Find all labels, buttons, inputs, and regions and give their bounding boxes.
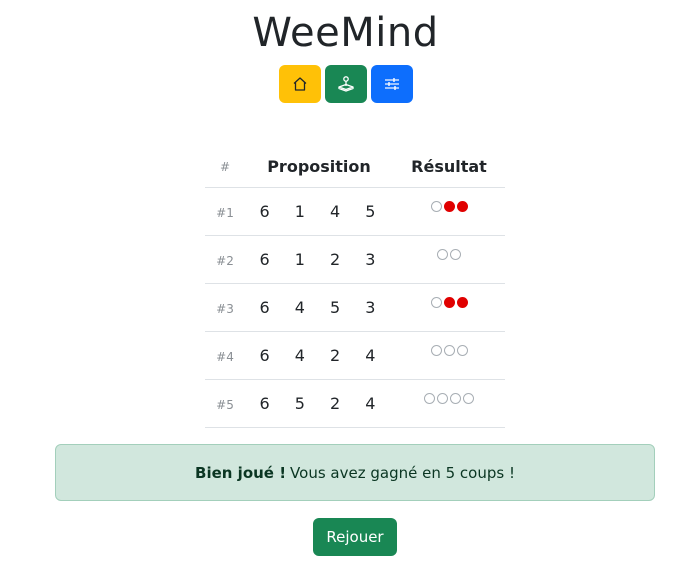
table-row: #4 6 4 2 4 [205,331,505,380]
white-peg-icon [430,297,442,308]
row-number-cell: #1 [205,187,245,236]
game-button[interactable] [324,65,367,103]
white-peg-icon [456,345,468,356]
white-peg-icon [463,393,474,404]
guess-digit: 5 [294,394,305,413]
header-number: # [205,146,245,188]
guess-digit: 6 [259,394,270,413]
guess-digit: 4 [294,298,305,317]
row-number: #3 [216,302,234,316]
guess-digit: 6 [259,346,270,365]
app-title: WeeMind [252,10,439,56]
result-cell [393,235,505,284]
white-peg-icon [450,249,461,260]
red-peg-icon [456,201,468,212]
guesses-table: # Proposition Résultat #1 6 1 4 5 #2 6 1 2 3 #3 6 4 5… [205,146,505,428]
white-peg-icon [430,345,442,356]
guess-digit: 5 [330,298,341,317]
home-icon [293,77,306,91]
row-number-cell: #4 [205,331,245,380]
row-number-cell: #3 [205,283,245,332]
white-peg-icon [443,345,455,356]
sliders-icon [384,78,399,90]
guess-digit: 3 [365,250,376,269]
guess-digit: 6 [259,298,270,317]
guess-digit: 6 [259,202,270,221]
alert-message: Vous avez gagné en 5 coups ! [290,463,515,482]
result-cell [393,283,505,332]
proposition-cell: 6 4 2 4 [245,331,393,380]
guess-digit: 4 [365,394,376,413]
red-peg-icon [443,297,455,308]
red-peg-icon [456,297,468,308]
proposition-cell: 6 1 2 3 [245,235,393,284]
settings-button[interactable] [370,65,413,103]
proposition-cell: 6 1 4 5 [245,187,393,236]
result-cell [393,379,505,428]
result-cell [393,331,505,380]
white-peg-icon [430,201,442,212]
guess-digit: 6 [259,250,270,269]
success-alert: Bien joué ! Vous avez gagné en 5 coups ! [55,444,655,501]
proposition-cell: 6 4 5 3 [245,283,393,332]
guess-digit: 1 [294,202,305,221]
red-peg-icon [443,201,455,212]
white-peg-icon [450,393,461,404]
toolbar [0,65,691,103]
header-proposition: Proposition [245,146,393,188]
table-row: #1 6 1 4 5 [205,187,505,236]
guess-digit: 4 [365,346,376,365]
result-cell [393,187,505,236]
white-peg-icon [424,393,435,404]
row-number: #1 [216,206,234,220]
row-number: #5 [216,398,234,412]
row-number-cell: #2 [205,235,245,284]
row-number: #4 [216,350,234,364]
guess-digit: 4 [330,202,341,221]
proposition-cell: 6 5 2 4 [245,379,393,428]
joystick-icon [337,76,354,92]
guess-digit: 3 [365,298,376,317]
header-result: Résultat [393,146,505,188]
alert-title: Bien joué ! [195,463,287,482]
row-number: #2 [216,254,234,268]
guess-digit: 2 [330,394,341,413]
row-number-cell: #5 [205,379,245,428]
replay-button[interactable]: Rejouer [313,518,397,556]
guess-digit: 2 [330,346,341,365]
white-peg-icon [437,393,448,404]
guess-digit: 1 [294,250,305,269]
table-row: #2 6 1 2 3 [205,235,505,284]
guess-digit: 2 [330,250,341,269]
guess-digit: 4 [294,346,305,365]
home-button[interactable] [278,65,321,103]
table-row: #5 6 5 2 4 [205,379,505,428]
table-row: #3 6 4 5 3 [205,283,505,332]
guess-digit: 5 [365,202,376,221]
white-peg-icon [437,249,448,260]
